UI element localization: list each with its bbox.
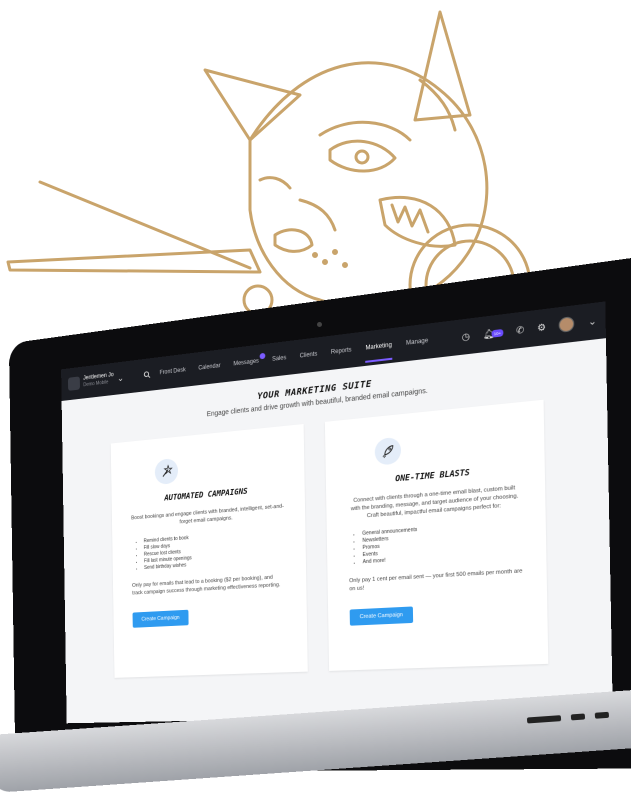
nav-messages-label: Messages xyxy=(233,358,259,367)
nav-calendar[interactable]: Calendar xyxy=(198,363,220,371)
clock-icon[interactable]: ◷ xyxy=(462,330,470,342)
card-description: Connect with clients through a one-time … xyxy=(348,484,522,522)
create-campaign-button[interactable]: Create Campaign xyxy=(133,610,189,628)
card-title: AUTOMATED CAMPAIGNS xyxy=(131,484,284,506)
phone-icon[interactable]: ✆ xyxy=(516,324,524,337)
one-time-blasts-card: ONE-TIME BLASTS Connect with clients thr… xyxy=(325,400,548,671)
nav-front-desk[interactable]: Front Desk xyxy=(159,367,185,376)
card-description: Boost bookings and engage clients with b… xyxy=(131,502,284,529)
bell-icon[interactable]: 🔔︎ 10+ xyxy=(483,326,504,340)
messages-badge xyxy=(260,353,266,360)
nav-messages[interactable]: Messages xyxy=(233,358,259,367)
chevron-down-icon: ⌄ xyxy=(117,372,124,383)
create-campaign-button[interactable]: Create Campaign xyxy=(350,606,414,625)
card-pricing-note: Only pay 1 cent per email sent — your fi… xyxy=(349,567,523,593)
camera-icon xyxy=(317,322,322,327)
app-screen: Jentlemen Jo Demo Mobile ⌄ Front Desk Ca… xyxy=(61,301,613,723)
marketing-main: YOUR MARKETING SUITE Engage clients and … xyxy=(62,338,613,692)
port xyxy=(527,715,561,723)
chevron-down-icon[interactable]: ⌄ xyxy=(588,315,597,328)
card-pricing-note: Only pay for emails that lead to a booki… xyxy=(132,573,285,597)
nav-manage[interactable]: Manage xyxy=(406,338,428,347)
card-feature-list: General announcements Newsletters Promos… xyxy=(362,520,522,567)
card-feature-list: Remind clients to book Fill slow days Re… xyxy=(144,528,285,572)
search-icon[interactable] xyxy=(144,371,151,379)
brand-switcher[interactable]: Jentlemen Jo Demo Mobile ⌄ xyxy=(68,370,135,391)
laptop-ports xyxy=(527,712,609,724)
nav-clients[interactable]: Clients xyxy=(300,351,318,359)
card-title: ONE-TIME BLASTS xyxy=(347,463,521,487)
nav-marketing[interactable]: Marketing xyxy=(365,342,391,351)
gear-icon[interactable]: ⚙ xyxy=(537,321,546,334)
rocket-icon xyxy=(375,437,402,466)
port xyxy=(571,713,585,720)
automated-campaigns-card: AUTOMATED CAMPAIGNS Boost bookings and e… xyxy=(111,424,308,678)
notification-badge: 10+ xyxy=(492,328,504,337)
port xyxy=(595,712,609,719)
nav-sales[interactable]: Sales xyxy=(272,355,286,363)
brand-logo xyxy=(68,376,80,390)
avatar[interactable] xyxy=(559,316,575,333)
magic-wand-icon xyxy=(155,458,179,485)
nav-reports[interactable]: Reports xyxy=(331,347,352,356)
laptop: Jentlemen Jo Demo Mobile ⌄ Front Desk Ca… xyxy=(0,0,631,772)
